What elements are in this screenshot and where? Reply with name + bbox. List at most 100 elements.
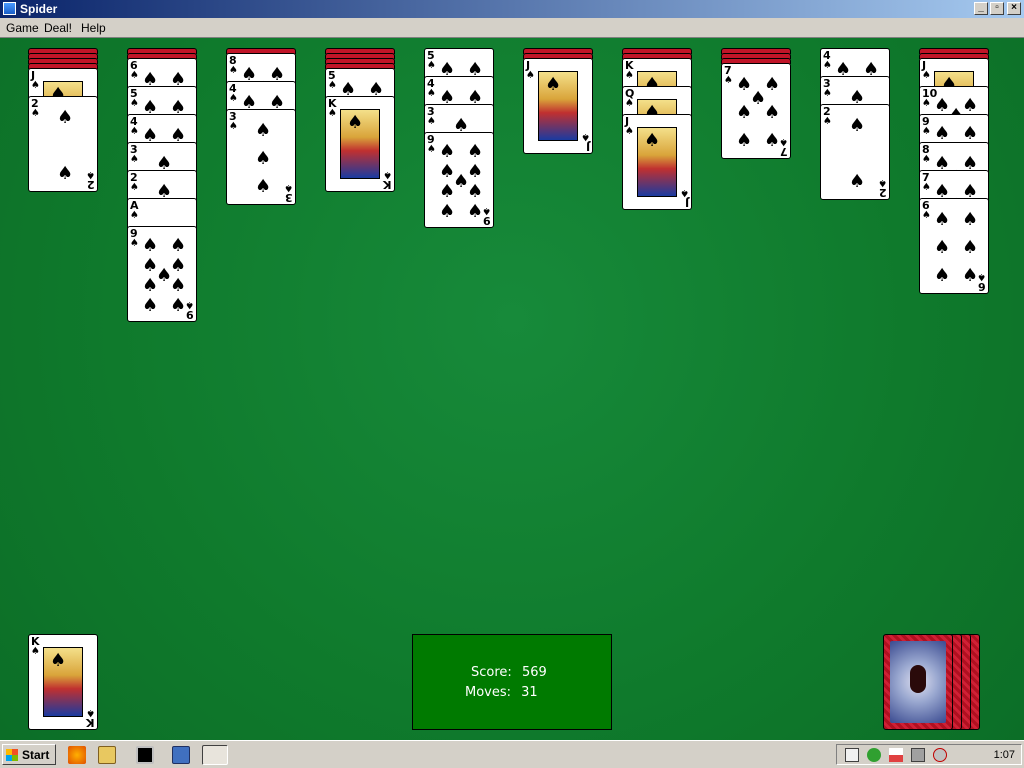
card-rank: 9 xyxy=(483,214,491,227)
taskbar: Start 1:07 xyxy=(0,740,1024,768)
spade-icon: ♠ xyxy=(57,163,74,184)
spade-icon: ♠ xyxy=(255,120,272,141)
menu-help[interactable]: Help xyxy=(81,21,106,35)
spade-icon: ♠ xyxy=(625,98,634,109)
spade-icon: ♠ xyxy=(57,107,74,128)
card-rank: 2 xyxy=(879,186,887,199)
spade-icon: ♠ xyxy=(581,131,590,142)
menu-game[interactable]: Game xyxy=(6,21,39,35)
face-card-art: ♠ xyxy=(340,109,380,179)
face-card-art: ♠ xyxy=(637,127,677,197)
tableau-card[interactable]: 3♠3♠♠♠♠ xyxy=(226,109,296,205)
spade-icon: ♠ xyxy=(31,108,40,119)
spade-icon: ♠ xyxy=(680,187,689,198)
spade-icon: ♠ xyxy=(130,182,139,193)
card-rank: J xyxy=(684,196,689,209)
spade-icon: ♠ xyxy=(130,238,139,249)
tableau-card[interactable]: K♠K♠♠ xyxy=(325,96,395,192)
close-button[interactable]: × xyxy=(1007,2,1021,15)
spade-icon: ♠ xyxy=(934,123,951,144)
spade-icon: ♠ xyxy=(526,70,535,81)
spade-icon: ♠ xyxy=(427,88,436,99)
spade-icon: ♠ xyxy=(439,181,456,202)
spade-icon: ♠ xyxy=(347,112,364,133)
spade-icon: ♠ xyxy=(142,235,159,256)
minimize-button[interactable]: _ xyxy=(974,2,988,15)
card-rank: 9 xyxy=(186,308,194,321)
spade-icon: ♠ xyxy=(482,205,491,216)
tableau-card[interactable]: 9♠9♠♠♠♠♠♠♠♠♠♠ xyxy=(127,226,197,322)
spade-icon: ♠ xyxy=(922,154,931,165)
spade-icon: ♠ xyxy=(383,169,392,180)
spade-icon: ♠ xyxy=(934,265,951,286)
window-title: Spider xyxy=(20,2,58,16)
spade-icon: ♠ xyxy=(934,209,951,230)
tableau-card[interactable]: 2♠2♠♠♠ xyxy=(28,96,98,192)
volume-muted-icon[interactable] xyxy=(933,748,947,762)
card-rank: K xyxy=(86,716,95,729)
document-tray-icon[interactable] xyxy=(845,748,859,762)
spade-icon: ♠ xyxy=(130,210,139,221)
spade-icon: ♠ xyxy=(962,265,979,286)
network-icon[interactable] xyxy=(911,748,925,762)
spider-app-icon xyxy=(3,2,16,15)
spade-icon: ♠ xyxy=(328,80,337,91)
spade-icon: ♠ xyxy=(823,88,832,99)
card-rank: 3 xyxy=(285,191,293,204)
restore-button[interactable]: ▫ xyxy=(990,2,1004,15)
moves-label: Moves: xyxy=(465,685,512,700)
spade-icon: ♠ xyxy=(545,74,562,95)
spade-icon: ♠ xyxy=(467,181,484,202)
tableau-card[interactable]: 9♠9♠♠♠♠♠♠♠♠♠♠ xyxy=(424,132,494,228)
spade-icon: ♠ xyxy=(142,295,159,316)
completed-sequence-card[interactable]: K ♠ K ♠ ♠ xyxy=(28,634,98,730)
stock-card-back[interactable] xyxy=(883,634,953,730)
firefox-icon[interactable] xyxy=(68,746,86,764)
menu-deal[interactable]: Deal! xyxy=(44,21,72,35)
card-rank: J xyxy=(585,140,590,153)
command-prompt-icon[interactable] xyxy=(136,746,154,764)
score-label: Score: xyxy=(471,665,512,680)
spade-icon: ♠ xyxy=(170,275,187,296)
card-rank: 6 xyxy=(978,280,986,293)
spider-taskbar-button[interactable] xyxy=(202,745,228,765)
spade-icon: ♠ xyxy=(50,650,67,671)
card-rank: 2 xyxy=(87,178,95,191)
spade-icon: ♠ xyxy=(467,161,484,182)
spade-icon: ♠ xyxy=(962,95,979,116)
spade-icon: ♠ xyxy=(764,74,781,95)
security-check-icon[interactable] xyxy=(867,748,881,762)
start-button[interactable]: Start xyxy=(2,744,56,765)
spade-icon: ♠ xyxy=(922,70,931,81)
spade-icon: ♠ xyxy=(922,210,931,221)
face-card-art: ♠ xyxy=(43,647,83,717)
folder-icon[interactable] xyxy=(98,746,116,764)
title-bar: Spider _ ▫ × xyxy=(0,0,1024,18)
tableau-card[interactable]: 6♠6♠♠♠♠♠♠♠ xyxy=(919,198,989,294)
app-icon[interactable] xyxy=(172,746,190,764)
spade-icon: ♠ xyxy=(142,275,159,296)
spade-icon: ♠ xyxy=(724,75,733,86)
spade-icon: ♠ xyxy=(170,255,187,276)
menu-bar: Game Deal! Help xyxy=(0,18,1024,38)
spade-icon: ♠ xyxy=(625,70,634,81)
spade-icon: ♠ xyxy=(934,237,951,258)
tableau-card[interactable]: 2♠2♠♠♠ xyxy=(820,104,890,200)
spade-icon: ♠ xyxy=(736,130,753,151)
spade-icon: ♠ xyxy=(439,141,456,162)
tableau-card[interactable]: J♠J♠♠ xyxy=(622,114,692,210)
spade-icon: ♠ xyxy=(467,201,484,222)
tableau-card[interactable]: J♠J♠♠ xyxy=(523,58,593,154)
card-rank: K xyxy=(383,178,392,191)
flag-icon[interactable] xyxy=(889,748,903,762)
spade-icon: ♠ xyxy=(427,116,436,127)
spade-icon: ♠ xyxy=(823,116,832,127)
card-rank: 7 xyxy=(780,145,788,158)
tableau-card[interactable]: 7♠7♠♠♠♠♠♠♠♠ xyxy=(721,63,791,159)
spade-icon: ♠ xyxy=(922,182,931,193)
spade-icon: ♠ xyxy=(86,707,95,718)
spade-icon: ♠ xyxy=(849,171,866,192)
spade-icon: ♠ xyxy=(764,102,781,123)
system-tray: 1:07 xyxy=(836,744,1022,765)
score-panel: Score: 569 Moves: 31 xyxy=(412,634,612,730)
